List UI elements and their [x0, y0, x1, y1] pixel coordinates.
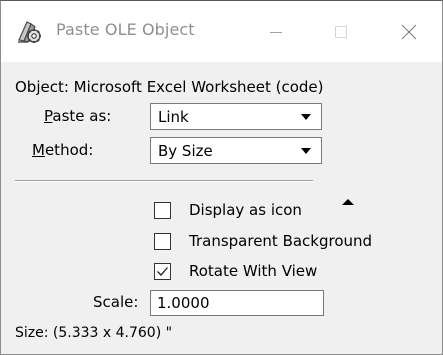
transparent-background-checkbox[interactable] — [154, 233, 171, 250]
scale-label: Scale: — [93, 293, 139, 311]
method-value: By Size — [158, 142, 213, 160]
display-as-icon-checkbox[interactable] — [154, 202, 171, 219]
paste-ole-icon — [15, 18, 43, 46]
dropdown-arrow-icon — [301, 148, 311, 154]
window-title: Paste OLE Object — [56, 20, 195, 39]
checkmark-icon — [157, 267, 168, 276]
transparent-background-label[interactable]: Transparent Background — [189, 232, 372, 250]
section-divider — [15, 180, 313, 182]
method-mnemonic: M — [32, 141, 45, 159]
paste-as-dropdown[interactable]: Link — [150, 103, 322, 130]
maximize-icon — [335, 26, 347, 38]
scale-input[interactable] — [150, 290, 324, 316]
size-readout: Size: (5.333 x 4.760) " — [15, 325, 173, 341]
rotate-with-view-label[interactable]: Rotate With View — [189, 262, 317, 280]
method-dropdown[interactable]: By Size — [150, 137, 322, 164]
minimize-icon — [270, 32, 282, 33]
dropdown-arrow-icon — [301, 114, 311, 120]
paste-as-label-rest: aste as: — [52, 107, 112, 125]
paste-as-value: Link — [158, 108, 189, 126]
paste-ole-object-dialog: Paste OLE Object Object: Microsoft Excel… — [0, 0, 443, 355]
object-type-label: Object: Microsoft Excel Worksheet (code) — [15, 78, 324, 96]
minimize-button[interactable] — [253, 1, 299, 62]
display-as-icon-label[interactable]: Display as icon — [189, 201, 302, 219]
close-icon — [401, 24, 417, 40]
method-label-rest: ethod: — [44, 141, 94, 159]
collapse-toggle-icon[interactable] — [342, 199, 354, 205]
title-bar[interactable]: Paste OLE Object — [1, 1, 442, 62]
close-button[interactable] — [386, 1, 432, 62]
method-label: Method: — [32, 141, 93, 159]
rotate-with-view-checkbox[interactable] — [154, 263, 171, 280]
paste-as-label: Paste as: — [44, 107, 111, 125]
maximize-button[interactable] — [318, 1, 364, 62]
